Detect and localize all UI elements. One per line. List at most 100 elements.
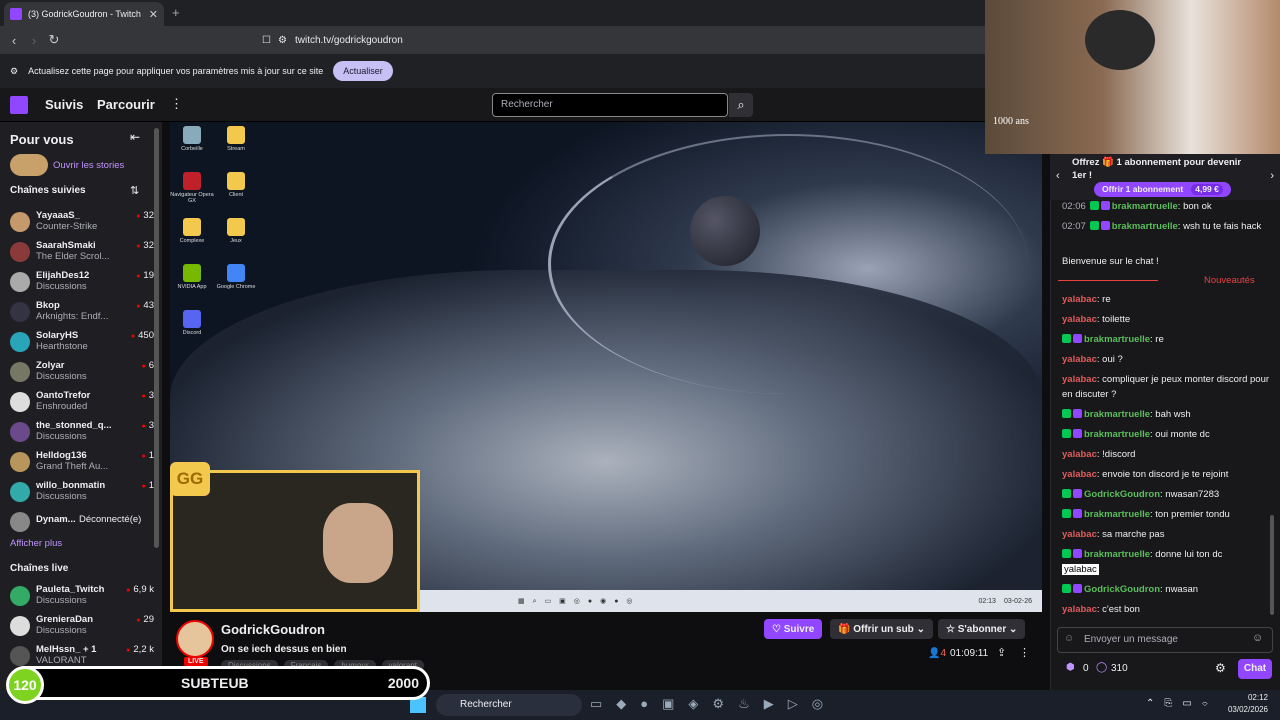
collapse-sidebar-icon[interactable]: ⇤ <box>130 130 140 144</box>
sub-badge-icon <box>1073 429 1082 438</box>
desktop-icon-image <box>183 218 201 236</box>
stories-avatars[interactable] <box>10 154 48 176</box>
chat-username[interactable]: yalabac <box>1062 469 1097 480</box>
subscribe-button[interactable]: ☆ S'abonner ⌄ <box>938 619 1026 639</box>
chat-username[interactable]: brakmartruelle <box>1084 409 1150 420</box>
taskbar-apps-icons[interactable]: ▭◆●▣◈⚙♨▶▷◎ <box>590 696 837 712</box>
chat-username[interactable]: brakmartruelle <box>1112 201 1178 212</box>
sidebar-channel[interactable]: SolaryHSHearthstone 450 <box>8 328 154 358</box>
sidebar: Pour vous ⇤ Ouvrir les stories Chaînes s… <box>0 122 162 690</box>
sidebar-channel[interactable]: BkopArknights: Endf... 43 <box>8 298 154 328</box>
chat-username[interactable]: yalabac <box>1062 354 1097 365</box>
live-channel[interactable]: GrenieraDanDiscussions 29 <box>8 612 154 642</box>
share-icon[interactable]: ⇪ <box>997 646 1006 659</box>
sidebar-channel[interactable]: ElijahDes12Discussions 19 <box>8 268 154 298</box>
search-icon[interactable]: ⌕ <box>729 93 753 117</box>
channel-avatar <box>10 212 30 232</box>
chat-username[interactable]: yalabac <box>1062 374 1097 385</box>
desktop-icon[interactable]: Navigateur Opera GX <box>170 172 214 204</box>
streamer-avatar[interactable] <box>176 620 214 658</box>
follow-button[interactable]: ♡ Suivre <box>764 619 823 639</box>
sidebar-channel[interactable]: willo_bonmatinDiscussions 1 <box>8 478 154 508</box>
site-info-icon[interactable]: ⚙ <box>278 35 287 46</box>
new-tab-icon[interactable]: + <box>172 5 180 20</box>
sidebar-channel[interactable]: YayaaaS_Counter-Strike 32 <box>8 208 154 238</box>
chat-send-button[interactable]: Chat <box>1238 659 1272 679</box>
back-icon[interactable]: ‹ <box>4 33 24 48</box>
sort-icon[interactable]: ⇅ <box>130 184 139 197</box>
channel-game: Discussions <box>36 625 87 636</box>
close-tab-icon[interactable]: ✕ <box>149 8 158 21</box>
desktop-icon[interactable]: Discord <box>170 310 214 336</box>
open-stories-link[interactable]: Ouvrir les stories <box>53 160 124 171</box>
chat-username[interactable]: yalabac <box>1062 449 1097 460</box>
notice-text: Actualisez cette page pour appliquer vos… <box>28 66 324 76</box>
twitch-logo-icon[interactable] <box>10 96 28 114</box>
chat-username[interactable]: yalabac <box>1062 529 1097 540</box>
reload-icon[interactable]: ↻ <box>44 32 64 48</box>
sidebar-channel[interactable]: SaarahSmakiThe Elder Scrol... 32 <box>8 238 154 268</box>
nav-following[interactable]: Suivis <box>45 97 83 112</box>
sidebar-channel[interactable]: OantoTreforEnshrouded 3 <box>8 388 154 418</box>
streamer-name[interactable]: GodrickGoudron <box>221 622 325 637</box>
emote-picker-icon[interactable]: ☺ <box>1064 633 1074 644</box>
update-button[interactable]: Actualiser <box>333 61 393 81</box>
more-icon[interactable]: ⋮ <box>170 96 183 112</box>
desktop-icon[interactable]: Jeux <box>214 218 258 244</box>
tray-icons[interactable]: ⌃⎘▭⌔ <box>1146 698 1218 709</box>
bookmark-icon[interactable]: ☐ <box>262 35 271 46</box>
offline-channel-name[interactable]: Dynam... <box>36 514 76 525</box>
chat-username[interactable]: yalabac <box>1062 604 1097 615</box>
desktop-icon[interactable]: Complexe <box>170 218 214 244</box>
desktop-icon[interactable]: Client <box>214 172 258 198</box>
channel-game: Discussions <box>36 431 87 442</box>
chat-username[interactable]: brakmartruelle <box>1084 334 1150 345</box>
chat-settings-icon[interactable]: ⚙ <box>1215 661 1226 675</box>
desktop-icon[interactable]: Stream <box>214 126 258 152</box>
chat-username[interactable]: yalabac <box>1062 314 1097 325</box>
channel-name: OantoTrefor <box>36 390 91 401</box>
search-input[interactable]: Rechercher <box>492 93 728 117</box>
tab-title: (3) GodrickGoudron - Twitch <box>28 9 141 19</box>
channel-game: Discussions <box>36 371 87 382</box>
offer-prev-icon[interactable]: ‹ <box>1056 170 1060 182</box>
offer-next-icon[interactable]: › <box>1270 170 1274 182</box>
chat-username[interactable]: brakmartruelle <box>1084 429 1150 440</box>
channel-viewers: 29 <box>136 614 154 625</box>
taskbar-search[interactable]: Rechercher <box>436 694 582 716</box>
chat-username[interactable]: GodrickGoudron <box>1084 584 1160 595</box>
more-options-icon[interactable]: ⋮ <box>1019 646 1030 659</box>
desktop-icon[interactable]: Google Chrome <box>214 264 258 290</box>
sidebar-scrollbar[interactable] <box>154 128 159 548</box>
chat-message: GodrickGoudron: nwasan <box>1062 582 1272 597</box>
chat-username[interactable]: brakmartruelle <box>1084 549 1150 560</box>
desktop-icon[interactable]: Corbeille <box>170 126 214 152</box>
browser-tab[interactable]: (3) GodrickGoudron - Twitch ✕ <box>4 2 164 26</box>
nav-browse[interactable]: Parcourir <box>97 97 155 112</box>
bits-icon[interactable]: ◯ <box>1096 662 1107 673</box>
desktop-icon[interactable]: NVIDIA App <box>170 264 214 290</box>
chat-username[interactable]: brakmartruelle <box>1112 221 1178 232</box>
sidebar-channel[interactable]: the_stonned_q...Discussions 3 <box>8 418 154 448</box>
channel-points-icon[interactable]: ⬢ <box>1066 662 1075 673</box>
forward-icon[interactable]: › <box>24 33 44 48</box>
sidebar-channel[interactable]: Helldog136Grand Theft Au... 1 <box>8 448 154 478</box>
chat-message: brakmartruelle: ton premier tondu <box>1062 507 1272 522</box>
for-you-heading: Pour vous <box>10 132 74 147</box>
url-field[interactable]: ☐ ⚙ twitch.tv/godrickgoudron <box>262 30 978 50</box>
chat-text: re <box>1102 294 1111 305</box>
sub-goal-count: 2000 <box>387 675 419 691</box>
channel-avatar <box>10 392 30 412</box>
chat-username[interactable]: GodrickGoudron <box>1084 489 1160 500</box>
show-more-link[interactable]: Afficher plus <box>10 538 62 549</box>
live-channel[interactable]: Pauleta_TwitchDiscussions 6,9 k <box>8 582 154 612</box>
channel-game: Grand Theft Au... <box>36 461 109 472</box>
offer-button[interactable]: Offrir 1 abonnement 4,99 € <box>1094 182 1231 197</box>
sidebar-channel[interactable]: ZolyarDiscussions 6 <box>8 358 154 388</box>
emoji-icon[interactable]: ☺ <box>1252 632 1263 644</box>
chat-username[interactable]: brakmartruelle <box>1084 509 1150 520</box>
chat-input[interactable]: Envoyer un message <box>1057 627 1273 653</box>
bits-value: 310 <box>1111 663 1128 674</box>
chat-username[interactable]: yalabac <box>1062 294 1097 305</box>
gift-sub-button[interactable]: 🎁 Offrir un sub ⌄ <box>830 619 933 639</box>
